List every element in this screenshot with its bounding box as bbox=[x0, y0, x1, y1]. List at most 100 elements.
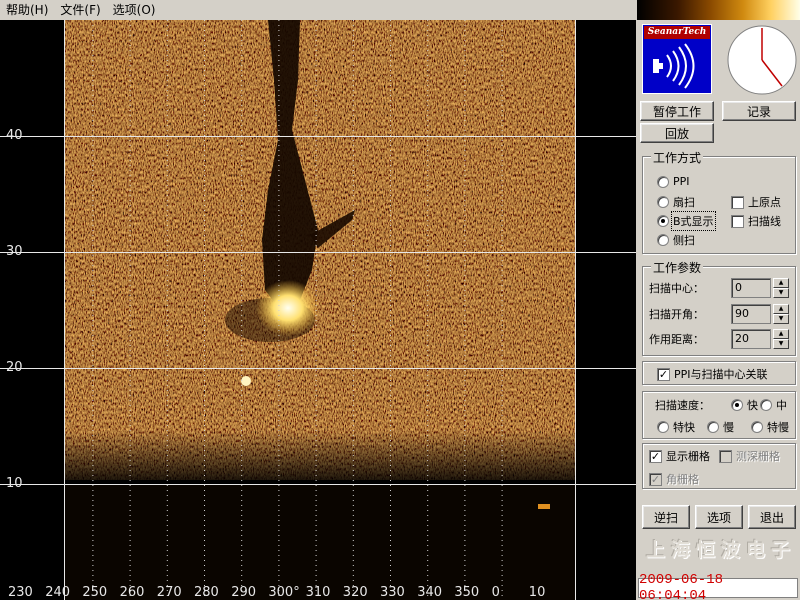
ppi-link-group: ✓ PPI与扫描中心关联 bbox=[642, 361, 796, 385]
scan-angle-label: 扫描开角： bbox=[649, 308, 704, 321]
mode-sector-radio[interactable] bbox=[657, 196, 669, 208]
speed-medium[interactable]: 中 bbox=[760, 397, 787, 413]
show-grid-checkbox[interactable]: ✓ bbox=[649, 449, 662, 463]
speed-slow-radio[interactable] bbox=[707, 421, 719, 433]
upper-origin-label: 上原点 bbox=[748, 196, 781, 209]
bearing-label: 320 bbox=[342, 585, 368, 600]
spin-down-icon[interactable]: ▼ bbox=[773, 339, 789, 349]
exit-button[interactable]: 退出 bbox=[748, 505, 796, 529]
show-grid-option[interactable]: ✓ 显示栅格 bbox=[649, 448, 710, 464]
scan-speed-group: 扫描速度： 快 中 特快 慢 特慢 bbox=[642, 391, 796, 439]
bearing-label: 270 bbox=[156, 585, 182, 600]
speed-extra-fast[interactable]: 特快 bbox=[657, 419, 695, 435]
ppi-link-label: PPI与扫描中心关联 bbox=[674, 368, 768, 381]
reverse-scan-button[interactable]: 逆扫 bbox=[642, 505, 690, 529]
scan-line-option[interactable]: 扫描线 bbox=[731, 213, 781, 229]
menu-options[interactable]: 选项(O) bbox=[107, 0, 162, 20]
bearing-label: 280 bbox=[194, 585, 219, 600]
angle-grid-checkbox[interactable]: ✓ bbox=[649, 472, 662, 486]
speed-medium-label: 中 bbox=[776, 399, 787, 412]
bearing-label: 10 bbox=[528, 585, 546, 600]
bearing-label: 310 bbox=[305, 585, 331, 600]
record-button[interactable]: 记录 bbox=[722, 101, 796, 121]
ppi-link-checkbox[interactable]: ✓ bbox=[657, 367, 670, 381]
scan-center-spinner[interactable]: ▲ ▼ bbox=[773, 278, 789, 298]
scan-center-row: 扫描中心： 0 ▲ ▼ bbox=[649, 278, 789, 298]
mode-bscan[interactable]: B式显示 bbox=[657, 211, 716, 231]
spin-up-icon[interactable]: ▲ bbox=[773, 304, 789, 314]
menu-help[interactable]: 帮助(H) bbox=[0, 0, 54, 20]
company-watermark: 上海恒波电子 bbox=[646, 539, 797, 561]
speed-fast[interactable]: 快 bbox=[731, 397, 758, 413]
bearing-label: 340 bbox=[417, 585, 443, 600]
speed-extra-slow[interactable]: 特慢 bbox=[751, 419, 789, 435]
spin-up-icon[interactable]: ▲ bbox=[773, 329, 789, 339]
spin-down-icon[interactable]: ▼ bbox=[773, 314, 789, 324]
upper-origin-checkbox[interactable] bbox=[731, 195, 744, 209]
angle-grid-option[interactable]: ✓ 角栅格 bbox=[649, 471, 699, 487]
playback-button[interactable]: 回放 bbox=[640, 123, 714, 143]
spin-down-icon[interactable]: ▼ bbox=[773, 288, 789, 298]
speed-slow[interactable]: 慢 bbox=[707, 419, 734, 435]
scan-center-input[interactable]: 0 bbox=[731, 278, 771, 298]
scan-angle-spinner[interactable]: ▲ ▼ bbox=[773, 304, 789, 324]
spin-up-icon[interactable]: ▲ bbox=[773, 278, 789, 288]
mode-ppi-radio[interactable] bbox=[657, 175, 669, 188]
mode-bscan-radio[interactable] bbox=[657, 215, 669, 227]
grid-options-group: ✓ 显示栅格 测深栅格 ✓ 角栅格 bbox=[642, 443, 796, 489]
range-label: 作用距离： bbox=[649, 333, 704, 346]
depth-label-30: 30 bbox=[6, 244, 23, 259]
speed-extra-fast-label: 特快 bbox=[673, 421, 695, 434]
bearing-label: 300° bbox=[268, 585, 300, 600]
bearing-label: 330 bbox=[380, 585, 405, 600]
speed-extra-slow-radio[interactable] bbox=[751, 421, 763, 433]
options-button[interactable]: 选项 bbox=[695, 505, 743, 529]
bottom-echo bbox=[538, 504, 550, 509]
speed-label: 扫描速度： bbox=[655, 399, 710, 412]
speed-medium-radio[interactable] bbox=[760, 399, 772, 411]
speed-extra-fast-radio[interactable] bbox=[657, 421, 669, 433]
range-spinner[interactable]: ▲ ▼ bbox=[773, 329, 789, 349]
bearing-label: 250 bbox=[82, 585, 108, 600]
mode-sector[interactable]: 扇扫 bbox=[657, 194, 695, 210]
pause-button[interactable]: 暂停工作 bbox=[640, 101, 714, 121]
mode-side[interactable]: 侧扫 bbox=[657, 232, 695, 248]
menu-file[interactable]: 文件(F) bbox=[54, 0, 106, 20]
seanartech-logo: SeanarTech bbox=[642, 24, 712, 94]
control-panel: SeanarTech 暂停工作 记录 回放 工作方式 PPI 扇扫 B式显示 侧… bbox=[636, 0, 800, 600]
sonar-shadow-zone bbox=[64, 485, 576, 600]
datetime-display: 2009-06-18 06:04:04 bbox=[638, 572, 798, 600]
scan-line-checkbox[interactable] bbox=[731, 214, 744, 228]
sonar-display[interactable]: 40 30 20 10 230 240 250 260 270 280 290 300° 310… bbox=[0, 20, 636, 600]
sonar-image bbox=[0, 20, 636, 600]
logo-name: SeanarTech bbox=[644, 26, 710, 39]
scan-line-label: 扫描线 bbox=[748, 215, 781, 228]
speed-fast-radio[interactable] bbox=[731, 399, 743, 411]
upper-origin-option[interactable]: 上原点 bbox=[731, 194, 781, 210]
bearing-label: 290 bbox=[231, 585, 257, 600]
work-params-title: 工作参数 bbox=[651, 259, 704, 276]
scan-angle-row: 扫描开角： 90 ▲ ▼ bbox=[649, 304, 789, 324]
sonar-streaks bbox=[64, 20, 576, 480]
color-scale-bar bbox=[637, 0, 800, 20]
depth-grid-label: 测深栅格 bbox=[736, 450, 780, 463]
depth-label-20: 20 bbox=[6, 360, 23, 375]
speed-extra-slow-label: 特慢 bbox=[767, 421, 789, 434]
mode-side-radio[interactable] bbox=[657, 234, 669, 246]
mode-ppi[interactable]: PPI bbox=[657, 175, 690, 188]
show-grid-label: 显示栅格 bbox=[666, 450, 710, 463]
bearing-label: 260 bbox=[119, 585, 145, 600]
angle-grid-label: 角栅格 bbox=[666, 473, 699, 486]
scan-angle-input[interactable]: 90 bbox=[731, 304, 771, 324]
mode-ppi-label: PPI bbox=[673, 175, 690, 188]
work-params-group: 工作参数 扫描中心： 0 ▲ ▼ 扫描开角： 90 ▲ ▼ 作用距离： 20 ▲ ▼ bbox=[642, 259, 796, 356]
depth-label-40: 40 bbox=[6, 128, 23, 143]
mode-side-label: 侧扫 bbox=[673, 234, 695, 247]
bearing-label: 350 bbox=[454, 585, 480, 600]
scan-center-label: 扫描中心： bbox=[649, 282, 704, 295]
ppi-link-option[interactable]: ✓ PPI与扫描中心关联 bbox=[657, 366, 768, 382]
depth-grid-option[interactable]: 测深栅格 bbox=[719, 448, 780, 464]
depth-grid-checkbox[interactable] bbox=[719, 449, 732, 463]
mode-sector-label: 扇扫 bbox=[673, 196, 695, 209]
range-input[interactable]: 20 bbox=[731, 329, 771, 349]
